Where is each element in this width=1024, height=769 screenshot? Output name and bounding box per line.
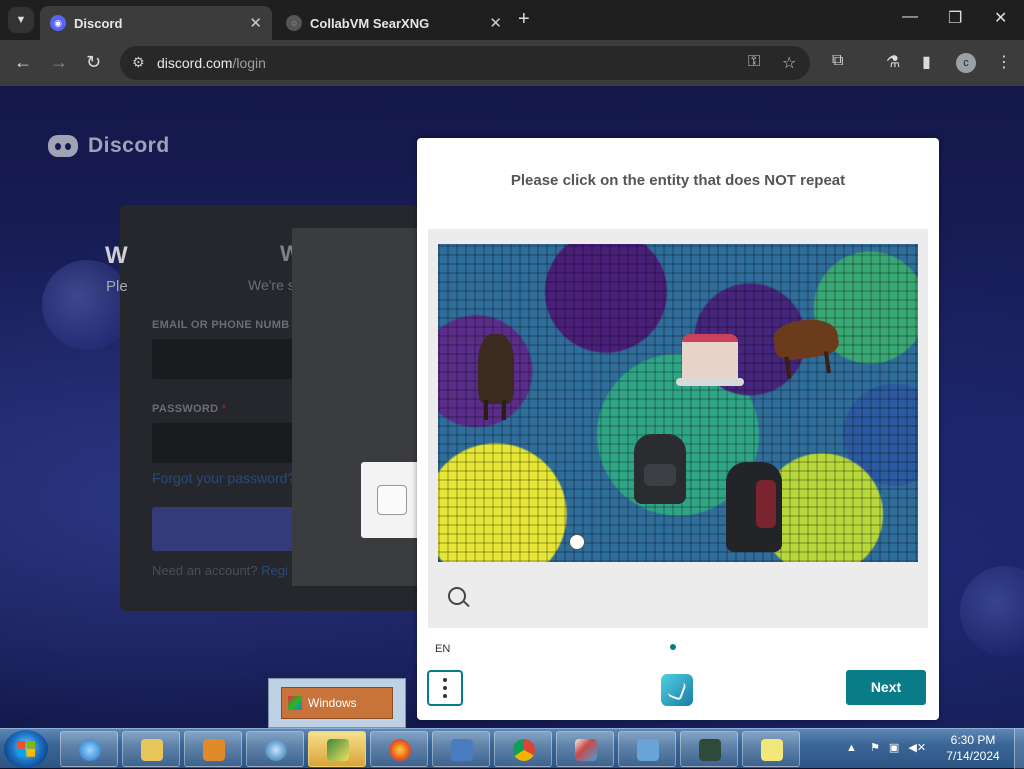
windows-app-icon bbox=[288, 696, 302, 710]
login-subtitle: We're s bbox=[248, 277, 295, 293]
extensions-icon[interactable]: ⧉ bbox=[832, 52, 843, 70]
captcha-menu-button[interactable] bbox=[427, 670, 463, 706]
browser-toolbar: ← → ↻ ⚙ discord.com/login ⚿ ☆ ⧉ ⚗ ▮ c ⋮ bbox=[0, 40, 1024, 86]
close-tab-icon[interactable]: ✕ bbox=[249, 14, 262, 32]
birthday-cake-object[interactable] bbox=[676, 334, 744, 386]
clock-date: 7/14/2024 bbox=[946, 749, 1000, 763]
system-clock[interactable]: 6:30 PM 7/14/2024 bbox=[938, 732, 1008, 764]
modal-title: W bbox=[105, 242, 128, 269]
chrome-icon[interactable] bbox=[494, 731, 552, 767]
dot bbox=[443, 694, 447, 698]
back-arrow-icon[interactable]: ← bbox=[14, 52, 32, 73]
action-center-flag-icon[interactable]: ⚑ bbox=[870, 742, 880, 754]
searxng-favicon-icon: ◌ bbox=[286, 15, 302, 31]
minimize-window-icon[interactable]: — bbox=[902, 8, 918, 26]
progress-dot bbox=[670, 644, 676, 650]
restore-window-icon[interactable]: ❐ bbox=[948, 8, 962, 28]
paint-icon[interactable] bbox=[556, 731, 614, 767]
reload-icon[interactable]: ↻ bbox=[86, 52, 101, 73]
discord-logo[interactable]: Discord bbox=[48, 134, 170, 158]
media-player-icon[interactable] bbox=[184, 731, 242, 767]
clock-time: 6:30 PM bbox=[950, 733, 996, 747]
control-panel-icon[interactable] bbox=[618, 731, 676, 767]
horse-object[interactable] bbox=[478, 334, 514, 420]
captcha-image[interactable] bbox=[438, 244, 918, 562]
system-monitor-icon[interactable] bbox=[680, 731, 738, 767]
internet-explorer-icon[interactable] bbox=[60, 731, 118, 767]
windows-taskbar: ▲ ⚑ ▣ ◀✕ 6:30 PM 7/14/2024 bbox=[0, 728, 1024, 769]
zoom-icon[interactable] bbox=[448, 587, 466, 605]
bookmark-star-icon[interactable]: ☆ bbox=[782, 53, 796, 73]
app-active-icon[interactable] bbox=[308, 731, 366, 767]
email-label: EMAIL OR PHONE NUMB bbox=[152, 319, 290, 331]
horse-object[interactable] bbox=[771, 315, 841, 363]
profile-avatar[interactable]: c bbox=[956, 53, 976, 73]
forgot-password-link[interactable]: Forgot your password? bbox=[152, 470, 295, 486]
new-tab-button[interactable]: + bbox=[518, 8, 530, 31]
click-marker bbox=[569, 534, 585, 550]
show-desktop-button[interactable] bbox=[1014, 729, 1024, 769]
network-icon[interactable]: ▣ bbox=[889, 742, 899, 754]
remote-desktop-icon[interactable] bbox=[432, 731, 490, 767]
language-selector[interactable]: EN bbox=[435, 643, 450, 655]
firefox-icon[interactable] bbox=[370, 731, 428, 767]
system-tray: ▲ ⚑ ▣ ◀✕ bbox=[846, 741, 926, 754]
file-explorer-icon[interactable] bbox=[122, 731, 180, 767]
tab-title: Discord bbox=[74, 15, 123, 31]
tab-title: CollabVM SearXNG bbox=[310, 15, 430, 31]
volume-muted-icon[interactable]: ◀✕ bbox=[908, 742, 926, 754]
register-prompt: Need an account? Regi bbox=[152, 563, 288, 578]
modal-subtitle: Ple bbox=[106, 278, 128, 295]
captcha-task-area bbox=[428, 229, 928, 628]
close-tab-icon[interactable]: ✕ bbox=[489, 14, 502, 32]
discord-logo-icon bbox=[48, 135, 78, 157]
network-globe-icon[interactable] bbox=[246, 731, 304, 767]
dot bbox=[443, 678, 447, 682]
forward-arrow-icon[interactable]: → bbox=[50, 52, 68, 73]
backpack-object[interactable] bbox=[726, 462, 782, 552]
windows-preview-button[interactable]: Windows bbox=[281, 687, 393, 719]
tab-search-dropdown-icon[interactable]: ▼ bbox=[8, 7, 34, 33]
register-link[interactable]: Regi bbox=[261, 563, 288, 578]
password-label: PASSWORD * bbox=[152, 403, 227, 415]
sticky-notes-icon[interactable] bbox=[742, 731, 800, 767]
labs-flask-icon[interactable]: ⚗ bbox=[886, 52, 900, 72]
captcha-prompt: Please click on the entity that does NOT… bbox=[510, 172, 846, 189]
hcaptcha-checkbox[interactable] bbox=[377, 485, 407, 515]
discord-favicon-icon: ◉ bbox=[50, 15, 66, 31]
next-button[interactable]: Next bbox=[846, 670, 926, 705]
site-info-icon[interactable]: ⚙ bbox=[132, 54, 145, 71]
browser-tab-bar: ▼ ◉ Discord ✕ ◌ CollabVM SearXNG ✕ + — ❐… bbox=[0, 0, 1024, 40]
password-key-icon[interactable]: ⚿ bbox=[748, 53, 760, 71]
background-planet bbox=[42, 260, 132, 350]
hcaptcha-logo-icon[interactable] bbox=[661, 674, 693, 706]
side-panel-icon[interactable]: ▮ bbox=[922, 52, 931, 72]
browser-menu-icon[interactable]: ⋮ bbox=[996, 52, 1012, 72]
tab-searxng[interactable]: ◌ CollabVM SearXNG ✕ bbox=[276, 6, 512, 40]
background-planet bbox=[960, 566, 1024, 656]
address-bar[interactable]: ⚙ discord.com/login ⚿ ☆ bbox=[120, 46, 810, 80]
tab-discord[interactable]: ◉ Discord ✕ bbox=[40, 6, 272, 40]
backpack-object[interactable] bbox=[634, 434, 686, 504]
close-window-icon[interactable]: ✕ bbox=[994, 8, 1007, 28]
discord-login-page: Discord W We're s EMAIL OR PHONE NUMB PA… bbox=[0, 86, 1024, 728]
dot bbox=[443, 686, 447, 690]
taskbar-preview-popup: Windows bbox=[268, 678, 406, 728]
show-hidden-icons-icon[interactable]: ▲ bbox=[846, 742, 857, 754]
start-button[interactable] bbox=[4, 730, 48, 768]
url-text[interactable]: discord.com/login bbox=[157, 55, 266, 71]
captcha-challenge: Please click on the entity that does NOT… bbox=[417, 138, 939, 720]
